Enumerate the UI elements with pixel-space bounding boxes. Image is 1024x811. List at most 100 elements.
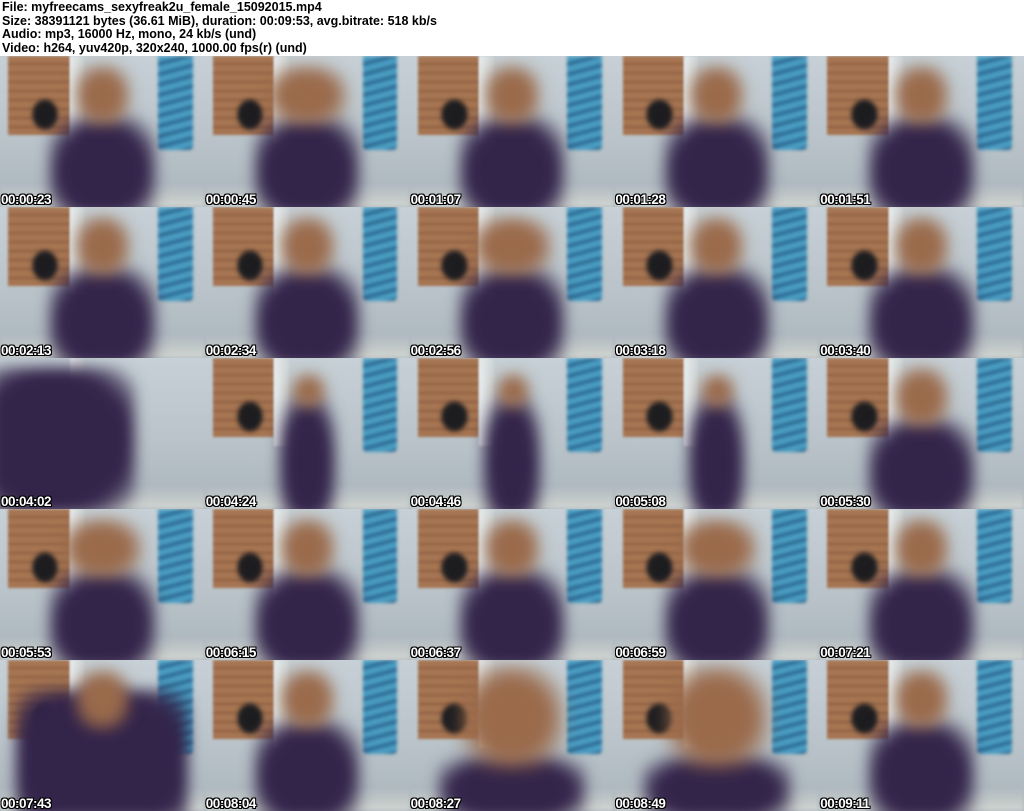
frame-timestamp: 00:00:45: [205, 192, 257, 207]
head-placeholder-layer: [675, 516, 758, 580]
figure-placeholder-layer: [49, 267, 156, 358]
video-frame-thumbnail: 00:03:40: [819, 207, 1024, 358]
curtain-layer: [567, 358, 603, 452]
head-placeholder-layer: [471, 214, 553, 278]
frame-timestamp: 00:05:30: [820, 494, 871, 509]
head-placeholder-layer: [278, 516, 336, 580]
head-placeholder-layer: [483, 516, 541, 580]
frame-timestamp: 00:06:59: [615, 645, 666, 660]
curtain-layer: [157, 509, 193, 603]
head-placeholder-layer: [278, 214, 336, 278]
curtain-layer: [362, 660, 398, 754]
video-contact-sheet: File: myfreecams_sexyfreak2u_female_1509…: [0, 0, 1024, 811]
frame-timestamp: 00:04:46: [410, 494, 462, 509]
frame-timestamp: 00:04:24: [205, 494, 257, 509]
video-frame-thumbnail: 00:04:24: [204, 358, 410, 509]
video-frame-thumbnail: 00:08:27: [409, 660, 615, 811]
curtain-layer: [567, 660, 603, 754]
figure-placeholder-layer: [253, 267, 361, 358]
video-frame-thumbnail: 00:06:59: [614, 509, 820, 660]
video-frame-thumbnail: 00:06:37: [409, 509, 615, 660]
curtain-layer: [362, 358, 398, 452]
curtain-layer: [976, 207, 1012, 301]
frame-timestamp: 00:01:51: [820, 192, 871, 207]
curtain-layer: [976, 660, 1012, 754]
curtain-layer: [976, 56, 1012, 150]
curtain-layer: [567, 509, 603, 603]
head-placeholder-layer: [688, 214, 746, 278]
figure-placeholder-layer: [663, 569, 771, 660]
head-placeholder-layer: [73, 667, 132, 731]
frame-timestamp: 00:02:34: [205, 343, 257, 358]
video-frame-thumbnail: 00:00:23: [0, 56, 205, 207]
figure-placeholder-layer: [688, 397, 746, 509]
figure-placeholder-layer: [253, 116, 361, 207]
head-placeholder-layer: [700, 373, 736, 410]
curtain-layer: [772, 207, 807, 301]
curtain-layer: [772, 358, 807, 452]
curtain-layer: [772, 56, 807, 150]
figure-placeholder-layer: [868, 569, 975, 660]
frame-timestamp: 00:07:21: [820, 645, 871, 660]
head-placeholder-layer: [278, 667, 336, 731]
figure-placeholder-layer: [253, 569, 361, 660]
head-placeholder-layer: [892, 667, 951, 731]
curtain-layer: [362, 56, 398, 150]
video-frame-thumbnail: 00:02:13: [0, 207, 205, 358]
frame-timestamp: 00:01:07: [410, 192, 462, 207]
video-frame-thumbnail: 00:04:46: [409, 358, 615, 509]
metadata-line-video: Video: h264, yuv420p, 320x240, 1000.00 f…: [2, 40, 307, 55]
head-placeholder-layer: [458, 663, 566, 772]
video-frame-thumbnail: 00:04:02: [0, 358, 205, 509]
frame-timestamp: 00:02:13: [1, 343, 52, 358]
video-frame-thumbnail: 00:00:45: [204, 56, 410, 207]
head-placeholder-layer: [73, 214, 132, 278]
head-placeholder-layer: [892, 365, 951, 429]
video-frame-thumbnail: 00:03:18: [614, 207, 820, 358]
frame-timestamp: 00:08:27: [410, 796, 462, 811]
frame-timestamp: 00:06:15: [205, 645, 257, 660]
head-placeholder-layer: [688, 63, 746, 127]
curtain-layer: [157, 56, 193, 150]
head-placeholder-layer: [266, 63, 349, 127]
head-placeholder-layer: [892, 516, 951, 580]
curtain-layer: [976, 358, 1012, 452]
figure-placeholder-layer: [483, 397, 541, 509]
video-frame-thumbnail: 00:01:07: [409, 56, 615, 207]
figure-placeholder-layer: [663, 267, 771, 358]
frame-timestamp: 00:04:02: [1, 494, 52, 509]
frame-timestamp: 00:08:04: [205, 796, 257, 811]
head-placeholder-layer: [892, 214, 951, 278]
metadata-line-size: Size: 38391121 bytes (36.61 MiB), durati…: [2, 13, 437, 28]
curtain-layer: [567, 56, 603, 150]
video-frame-thumbnail: 00:09:11: [819, 660, 1024, 811]
fan-silhouette-layer: [645, 400, 674, 434]
frame-timestamp: 00:01:28: [615, 192, 666, 207]
figure-placeholder-layer: [458, 267, 566, 358]
frame-timestamp: 00:03:40: [820, 343, 871, 358]
frame-timestamp: 00:06:37: [410, 645, 462, 660]
figure-placeholder-layer: [49, 116, 156, 207]
figure-placeholder-layer: [868, 720, 975, 811]
head-placeholder-layer: [483, 63, 541, 127]
head-placeholder-layer: [663, 663, 771, 772]
head-placeholder-layer: [892, 63, 951, 127]
curtain-layer: [157, 207, 193, 301]
video-frame-thumbnail: 00:07:43: [0, 660, 205, 811]
frame-timestamp: 00:02:56: [410, 343, 462, 358]
metadata-line-file: File: myfreecams_sexyfreak2u_female_1509…: [2, 0, 322, 14]
video-frame-thumbnail: 00:06:15: [204, 509, 410, 660]
frame-timestamp: 00:00:23: [1, 192, 52, 207]
head-placeholder-layer: [73, 63, 132, 127]
figure-placeholder-layer: [868, 418, 975, 509]
frame-timestamp: 00:05:53: [1, 645, 52, 660]
metadata-header: File: myfreecams_sexyfreak2u_female_1509…: [0, 0, 1024, 56]
video-frame-thumbnail: 00:05:08: [614, 358, 820, 509]
figure-placeholder-layer: [868, 116, 975, 207]
fan-silhouette-layer: [440, 400, 469, 434]
video-frame-thumbnail: 00:01:51: [819, 56, 1024, 207]
figure-placeholder-layer: [663, 116, 771, 207]
video-frame-thumbnail: 00:08:49: [614, 660, 820, 811]
curtain-layer: [362, 509, 398, 603]
video-frame-thumbnail: 00:08:04: [204, 660, 410, 811]
